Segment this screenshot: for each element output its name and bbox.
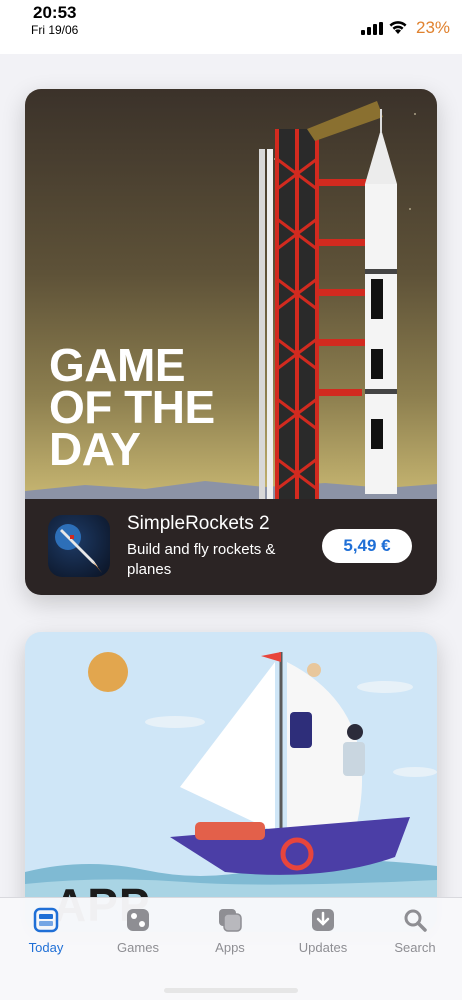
app-name: SimpleRockets 2 (127, 513, 270, 534)
game-of-the-day-headline: GAME OF THE DAY (49, 339, 309, 475)
buy-price-button[interactable]: 5,49 € (322, 529, 412, 563)
tab-games[interactable]: Games (98, 906, 178, 966)
rocket-app-icon[interactable] (48, 515, 110, 577)
apps-icon (219, 909, 242, 932)
games-icon (127, 909, 149, 931)
tab-bar: Today Games Apps Updates Search (0, 897, 462, 1000)
tab-apps[interactable]: Apps (190, 906, 270, 966)
tab-updates-label: Updates (298, 940, 348, 955)
today-icon (33, 907, 59, 933)
tab-today[interactable]: Today (6, 906, 86, 966)
featured-app-row[interactable]: SimpleRockets 2 Build and fly rockets & … (25, 499, 437, 595)
tab-games-label: Games (117, 940, 159, 955)
tab-search[interactable]: Search (375, 906, 455, 966)
tab-today-label: Today (28, 940, 64, 955)
launchpad-artwork: GAME OF THE DAY (25, 89, 437, 499)
app-subtitle: Build and fly rockets & planes (127, 541, 276, 578)
tab-updates[interactable]: Updates (283, 906, 363, 966)
tab-search-label: Search (394, 940, 436, 955)
app-of-the-day-card[interactable]: APP (25, 632, 437, 932)
status-time: 20:53 (33, 3, 77, 22)
battery-level: 23% (416, 18, 451, 37)
game-of-the-day-card[interactable]: GAME OF THE DAY SimpleRockets 2 Build an… (25, 89, 437, 595)
search-icon (404, 909, 427, 932)
tab-apps-label: Apps (215, 940, 245, 955)
wifi-icon (389, 21, 407, 34)
status-date: Fri 19/06 (31, 23, 79, 37)
headline-line-1: GAME (49, 339, 186, 391)
status-bar: 20:53 Fri 19/06 23% (0, 0, 462, 54)
home-indicator[interactable] (164, 988, 298, 993)
headline-line-3: DAY (49, 423, 141, 475)
headline-line-2: OF THE (49, 381, 215, 433)
cellular-signal-icon (361, 22, 383, 35)
updates-icon (312, 909, 334, 931)
